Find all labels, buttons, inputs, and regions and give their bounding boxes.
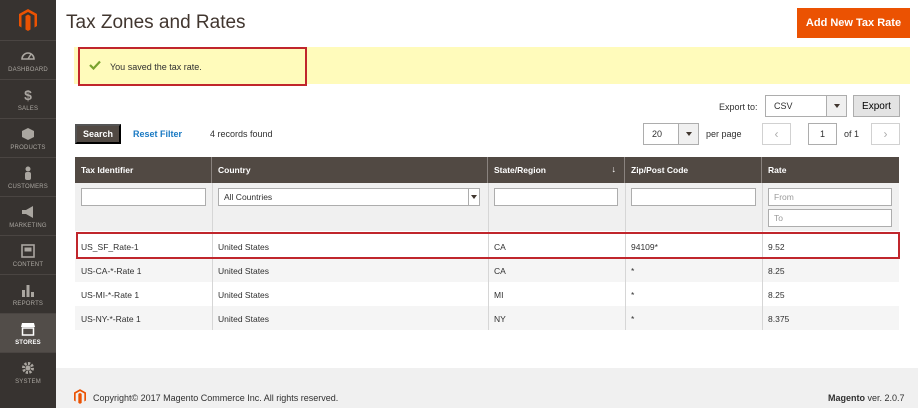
next-page-button[interactable]: › (871, 123, 900, 145)
cell-country: United States (218, 314, 270, 324)
sidebar-item-label: MARKETING (9, 222, 47, 229)
previous-page-button[interactable]: ‹ (762, 123, 791, 145)
state-region-filter[interactable] (494, 188, 618, 206)
export-format-value: CSV (774, 101, 793, 111)
rate-from-input[interactable]: From (768, 188, 892, 206)
sidebar-item-label: PRODUCTS (10, 144, 46, 151)
gear-icon (21, 360, 35, 376)
dollar-icon: $ (24, 86, 32, 103)
cell-rate: 8.25 (768, 266, 785, 276)
column-state-region[interactable]: State/Region ↓ (488, 157, 625, 183)
sidebar-item-sales[interactable]: $ SALES (0, 79, 56, 118)
magento-logo[interactable] (0, 0, 56, 40)
store-icon (21, 321, 35, 337)
row-highlight-box (76, 232, 900, 259)
cell-zip-post-code: * (631, 314, 635, 324)
per-page-value: 20 (652, 129, 663, 139)
cell-rate: 8.25 (768, 290, 785, 300)
export-label: Export to: (719, 102, 758, 112)
add-new-tax-rate-button[interactable]: Add New Tax Rate (797, 8, 910, 38)
person-icon (21, 165, 35, 181)
records-count: 4 records found (210, 129, 273, 139)
country-filter-select[interactable]: All Countries (218, 188, 480, 206)
chevron-down-icon (678, 124, 698, 144)
sidebar-item-label: CUSTOMERS (7, 183, 49, 190)
cell-tax-identifier: US-NY-*-Rate 1 (81, 314, 141, 324)
export-format-select[interactable]: CSV (765, 95, 847, 117)
tax-identifier-filter[interactable] (81, 188, 206, 206)
cell-tax-identifier: US-MI-*-Rate 1 (81, 290, 140, 300)
cell-rate: 8.375 (768, 314, 790, 324)
per-page-label: per page (706, 129, 742, 139)
message-highlight-box (78, 47, 307, 86)
version-number: ver. 2.0.7 (867, 393, 905, 403)
chevron-left-icon: ‹ (774, 127, 779, 141)
magento-footer-logo-icon (74, 389, 86, 404)
sidebar-item-label: CONTENT (12, 261, 44, 268)
content-icon (21, 243, 35, 259)
version-info: Magento ver. 2.0.7 (828, 393, 905, 403)
cell-state-region: NY (494, 314, 506, 324)
column-rate[interactable]: Rate (762, 157, 899, 183)
column-tax-identifier[interactable]: Tax Identifier (75, 157, 212, 183)
export-button[interactable]: Export (853, 95, 900, 117)
sidebar-item-content[interactable]: CONTENT (0, 235, 56, 274)
cell-country: United States (218, 290, 270, 300)
column-zip-post-code[interactable]: Zip/Post Code (625, 157, 762, 183)
page-number-input[interactable]: 1 (808, 123, 837, 145)
column-country[interactable]: Country (212, 157, 488, 183)
brand-name: Magento (828, 393, 865, 403)
sidebar-item-stores[interactable]: STORES (0, 313, 56, 352)
reset-filter-link[interactable]: Reset Filter (133, 129, 182, 139)
cell-state-region: MI (494, 290, 504, 300)
cell-country: United States (218, 266, 270, 276)
sidebar-item-marketing[interactable]: MARKETING (0, 196, 56, 235)
bar-chart-icon (21, 282, 35, 298)
sidebar-item-system[interactable]: SYSTEM (0, 352, 56, 391)
cell-zip-post-code: * (631, 290, 635, 300)
sidebar-item-products[interactable]: PRODUCTS (0, 118, 56, 157)
box-icon (21, 126, 35, 142)
page-total: of 1 (844, 129, 860, 139)
megaphone-icon (21, 204, 35, 220)
sidebar-item-label: DASHBOARD (8, 66, 48, 73)
sidebar-item-label: REPORTS (12, 300, 44, 307)
sidebar-item-label: SALES (17, 105, 39, 112)
table-row[interactable]: US-MI-*-Rate 1 United States MI * 8.25 (75, 282, 899, 306)
dashboard-icon (21, 48, 35, 64)
zip-post-code-filter[interactable] (631, 188, 756, 206)
rate-to-input[interactable]: To (768, 209, 892, 227)
chevron-down-icon (826, 96, 846, 116)
admin-sidebar: DASHBOARD $ SALES PRODUCTS CUSTOMERS MAR… (0, 0, 56, 408)
sort-arrow-icon: ↓ (611, 164, 617, 174)
sidebar-item-reports[interactable]: REPORTS (0, 274, 56, 313)
chevron-right-icon: › (883, 127, 888, 141)
cell-tax-identifier: US-CA-*-Rate 1 (81, 266, 142, 276)
copyright-text: Copyright© 2017 Magento Commerce Inc. Al… (93, 393, 339, 403)
per-page-select[interactable]: 20 (643, 123, 699, 145)
column-label: State/Region (494, 165, 546, 175)
table-row[interactable]: US-NY-*-Rate 1 United States NY * 8.375 (75, 306, 899, 330)
search-button[interactable]: Search (75, 124, 121, 144)
sidebar-item-label: SYSTEM (15, 378, 41, 385)
sidebar-item-dashboard[interactable]: DASHBOARD (0, 40, 56, 79)
cell-zip-post-code: * (631, 266, 635, 276)
magento-logo-icon (19, 9, 37, 31)
page-title: Tax Zones and Rates (66, 12, 246, 33)
table-row[interactable]: US-CA-*-Rate 1 United States CA * 8.25 (75, 258, 899, 282)
country-filter-value: All Countries (224, 192, 273, 202)
cell-state-region: CA (494, 266, 506, 276)
sidebar-item-label: STORES (15, 339, 41, 346)
sidebar-item-customers[interactable]: CUSTOMERS (0, 157, 56, 196)
chevron-down-icon (468, 189, 479, 205)
